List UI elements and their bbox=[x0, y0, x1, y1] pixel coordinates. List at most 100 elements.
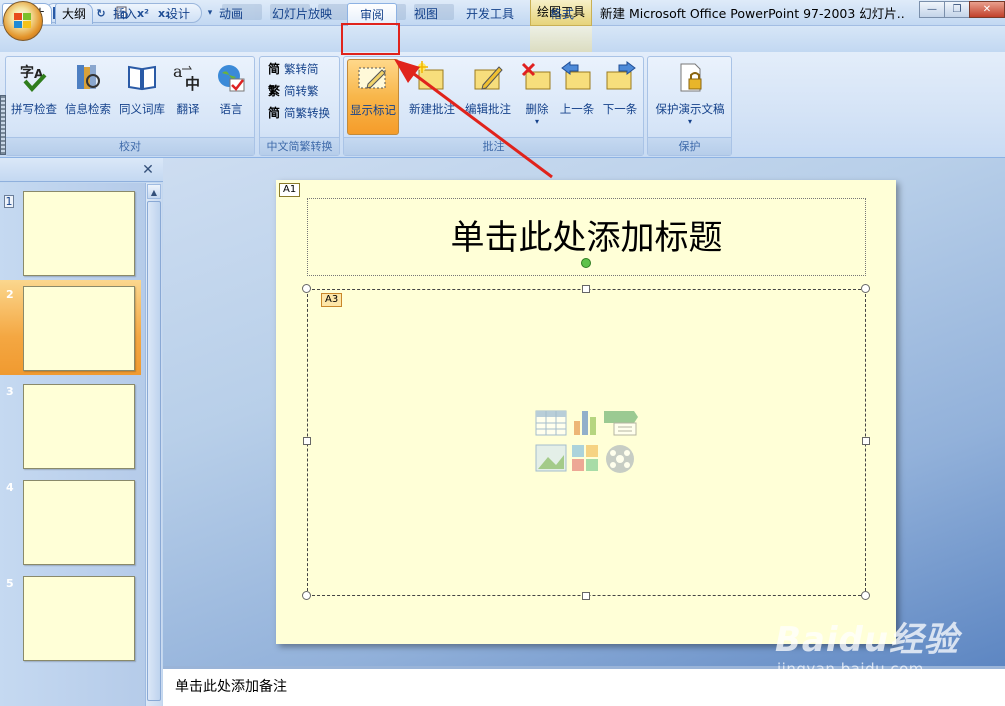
next-comment-button[interactable]: 下一条 bbox=[600, 59, 640, 129]
translate-button[interactable]: a中 翻译 bbox=[168, 59, 208, 129]
spell-check-button[interactable]: 字A 拼写检查 bbox=[9, 59, 59, 129]
slide-number: 3 bbox=[6, 385, 14, 398]
slide-thumbnail-1[interactable]: 1 bbox=[0, 183, 141, 276]
slide-thumbnail-4[interactable]: 4 bbox=[0, 473, 141, 565]
resize-handle-top-left[interactable] bbox=[302, 284, 311, 293]
research-button[interactable]: 信息检索 bbox=[62, 59, 114, 129]
panel-tab-bar bbox=[0, 158, 163, 182]
research-books-icon bbox=[71, 61, 105, 95]
simp-to-trad-button[interactable]: 繁 简转繁 bbox=[266, 81, 319, 101]
slide-thumbnail-3[interactable]: 3 bbox=[0, 377, 141, 469]
spell-check-label: 拼写检查 bbox=[11, 102, 57, 116]
slide-number: 2 bbox=[6, 288, 14, 301]
spell-check-icon: 字A bbox=[17, 61, 51, 95]
previous-comment-icon bbox=[560, 61, 594, 95]
insert-clip-art-icon[interactable] bbox=[572, 445, 598, 471]
ribbon-tab-bar bbox=[0, 26, 1005, 52]
simp-to-trad-label: 简转繁 bbox=[284, 84, 319, 98]
insert-smartart-icon[interactable] bbox=[604, 411, 638, 436]
thesaurus-label: 同义词库 bbox=[119, 102, 165, 116]
tab-insert[interactable]: 插入 bbox=[102, 3, 148, 26]
new-comment-icon bbox=[415, 61, 449, 95]
group-label-proofing: 校对 bbox=[6, 137, 254, 155]
tab-developer[interactable]: 开发工具 bbox=[457, 3, 523, 26]
edit-comment-label: 编辑批注 bbox=[465, 102, 511, 116]
traditional-char-icon: 繁 bbox=[267, 84, 280, 98]
conversion-char-icon: 简 bbox=[267, 106, 280, 120]
office-button[interactable] bbox=[3, 1, 43, 41]
research-label: 信息检索 bbox=[65, 102, 111, 116]
tab-outline[interactable]: 大纲 bbox=[55, 3, 94, 24]
show-markup-button[interactable]: 显示标记 bbox=[347, 59, 399, 135]
edit-comment-button[interactable]: 编辑批注 bbox=[461, 59, 515, 129]
notes-placeholder[interactable]: 单击此处添加备注 bbox=[175, 676, 287, 696]
translate-label: 翻译 bbox=[176, 102, 200, 116]
next-comment-icon bbox=[603, 61, 637, 95]
tab-review[interactable]: 审阅 bbox=[347, 3, 397, 26]
new-comment-button[interactable]: 新建批注 bbox=[407, 59, 457, 129]
insert-content-icons bbox=[535, 410, 638, 473]
insert-media-icon[interactable] bbox=[606, 445, 634, 473]
protect-presentation-button[interactable]: 保护演示文稿 ▾ bbox=[651, 59, 729, 129]
group-protect: 保护演示文稿 ▾ 保护 bbox=[647, 56, 732, 156]
delete-dropdown-icon: ▾ bbox=[534, 117, 539, 126]
comment-marker-a3[interactable]: A3 bbox=[321, 293, 343, 307]
tab-view[interactable]: 视图 bbox=[403, 3, 449, 26]
insert-chart-icon[interactable] bbox=[574, 411, 596, 435]
scroll-up-icon[interactable]: ▲ bbox=[147, 184, 161, 199]
svg-text:字: 字 bbox=[20, 64, 34, 81]
rotation-handle[interactable] bbox=[581, 258, 591, 268]
tab-format[interactable]: 格式 bbox=[539, 3, 585, 26]
watermark-logo: Baidu经验 bbox=[775, 620, 960, 660]
group-proofing: 字A 拼写检查 信息检索 同义词库 a中 翻译 语言 校对 bbox=[5, 56, 255, 156]
group-label-chinese-conversion: 中文简繁转换 bbox=[260, 137, 339, 155]
translate-icon: a中 bbox=[171, 61, 205, 95]
resize-handle-bottom-left[interactable] bbox=[302, 591, 311, 600]
slide-thumbnail-image bbox=[23, 286, 135, 371]
tab-animation[interactable]: 动画 bbox=[208, 3, 254, 26]
slide-thumbnail-image bbox=[23, 576, 135, 661]
edit-comment-icon bbox=[471, 61, 505, 95]
tab-design[interactable]: 设计 bbox=[155, 3, 201, 26]
resize-handle-top-right[interactable] bbox=[861, 284, 870, 293]
simplified-char-icon: 简 bbox=[267, 62, 280, 76]
scrollbar-thumb[interactable] bbox=[147, 201, 161, 701]
tab-slideshow[interactable]: 幻灯片放映 bbox=[262, 3, 342, 26]
group-chinese-conversion: 简 繁转简 繁 简转繁 简 简繁转换 中文简繁转换 bbox=[259, 56, 340, 156]
resize-handle-bottom-right[interactable] bbox=[861, 591, 870, 600]
insert-picture-icon[interactable] bbox=[535, 444, 567, 472]
comment-marker-a1[interactable]: A1 bbox=[279, 183, 301, 197]
close-button[interactable]: ✕ bbox=[969, 1, 1005, 18]
protect-presentation-label: 保护演示文稿 bbox=[655, 102, 725, 116]
thesaurus-button[interactable]: 同义词库 bbox=[117, 59, 167, 129]
language-button[interactable]: 语言 bbox=[211, 59, 251, 129]
slide-number: 5 bbox=[6, 577, 14, 590]
insert-table-icon[interactable] bbox=[535, 410, 567, 436]
window-title: 新建 Microsoft Office PowerPoint 97-2003 幻… bbox=[600, 6, 905, 21]
language-globe-icon bbox=[214, 61, 248, 95]
conversion-settings-button[interactable]: 简 简繁转换 bbox=[266, 103, 330, 123]
watermark-url: jingyan.baidu.com bbox=[777, 660, 924, 678]
resize-handle-right[interactable] bbox=[862, 437, 870, 445]
panel-close-icon[interactable]: ✕ bbox=[140, 163, 156, 179]
delete-comment-button[interactable]: 删除 ▾ bbox=[519, 59, 555, 129]
thumbnail-scrollbar[interactable]: ▲ bbox=[145, 183, 162, 706]
svg-text:a: a bbox=[173, 62, 183, 81]
office-logo-icon bbox=[14, 13, 31, 28]
slide-thumbnail-list: 1 2 3 4 5 bbox=[0, 183, 145, 706]
slide-thumbnail-5[interactable]: 5 bbox=[0, 569, 141, 661]
previous-comment-button[interactable]: 上一条 bbox=[557, 59, 597, 129]
resize-handle-left[interactable] bbox=[303, 437, 311, 445]
resize-handle-bottom[interactable] bbox=[582, 592, 590, 600]
side-drag-handle[interactable] bbox=[0, 95, 6, 155]
resize-handle-top[interactable] bbox=[582, 285, 590, 293]
trad-to-simp-label: 繁转简 bbox=[284, 62, 319, 76]
minimize-button[interactable]: — bbox=[919, 1, 945, 18]
slide-thumbnail-2[interactable]: 2 bbox=[0, 280, 141, 375]
restore-button[interactable]: ❐ bbox=[944, 1, 970, 18]
slide-thumbnail-image bbox=[23, 191, 135, 276]
language-label: 语言 bbox=[219, 102, 243, 116]
slide-number: 1 bbox=[4, 195, 14, 208]
watermark: Baidu经验 jingyan.baidu.com bbox=[775, 612, 1000, 682]
trad-to-simp-button[interactable]: 简 繁转简 bbox=[266, 59, 319, 79]
